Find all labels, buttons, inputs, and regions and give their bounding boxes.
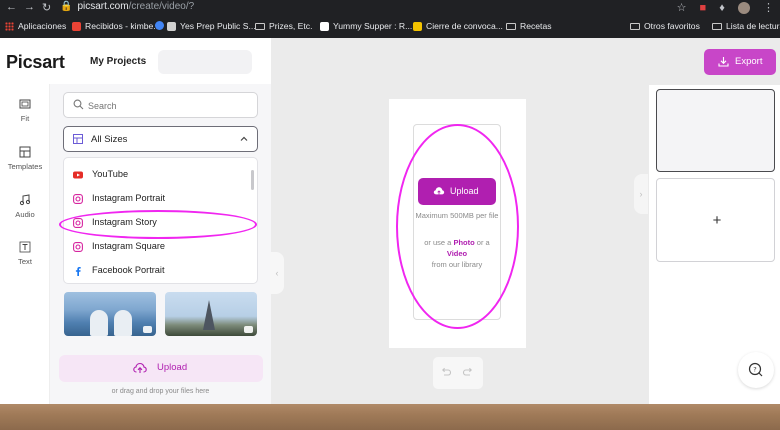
my-projects-link[interactable]: My Projects [90, 56, 146, 67]
back-arrow-icon[interactable]: ← [6, 1, 17, 13]
video-badge-icon [244, 326, 253, 333]
instagram-icon [73, 242, 83, 252]
chevron-right-icon: › [639, 189, 643, 199]
reload-icon[interactable]: ↻ [42, 1, 51, 14]
reading-list-icon [712, 22, 722, 30]
picsart-logo[interactable]: Picsart [6, 52, 65, 73]
forward-arrow-icon[interactable]: → [24, 1, 35, 13]
undo-redo-bar [433, 357, 483, 389]
bookmark-lista[interactable]: Lista de lectura [712, 21, 780, 31]
youtube-icon [73, 171, 83, 179]
puzzle-icon[interactable]: ♦ [719, 2, 725, 14]
svg-text:?: ? [753, 365, 756, 373]
tool-rail: Fit Templates Audio Text [0, 84, 50, 404]
size-option-facebook-portrait[interactable]: Facebook Portrait [64, 259, 257, 283]
bookmark-prizes[interactable]: Prizes, Etc. [255, 21, 312, 31]
url-host: picsart.com [77, 1, 129, 12]
gmail-icon [72, 21, 81, 31]
browser-chrome: ← → ↻ 🔒 picsart.com/create/video/? ☆ ■ ♦ … [0, 0, 780, 38]
audio-icon [19, 194, 31, 206]
drag-drop-hint: or drag and drop your files here [111, 388, 210, 395]
sizes-grid-icon [73, 134, 83, 144]
plus-icon: + [712, 212, 722, 229]
bookmark-cierre[interactable]: Cierre de convoca... [413, 21, 503, 31]
size-select[interactable]: All Sizes [63, 126, 258, 152]
chat-help-icon: ? [748, 362, 763, 377]
url-path: /create/video/? [128, 1, 195, 12]
bookmark-google[interactable] [155, 21, 164, 30]
project-name-field[interactable] [158, 50, 252, 74]
yesprep-icon [167, 21, 176, 31]
media-thumbnail[interactable] [165, 292, 257, 336]
upload-button[interactable]: Upload [59, 355, 263, 382]
star-icon[interactable]: ☆ [677, 2, 687, 14]
size-option-instagram-portrait[interactable]: Instagram Portrait [64, 187, 257, 211]
size-select-value: All Sizes [91, 134, 128, 145]
redo-icon[interactable] [462, 366, 474, 378]
address-bar[interactable]: 🔒 picsart.com/create/video/? [60, 1, 680, 15]
cloud-upload-icon [133, 362, 147, 373]
export-button[interactable]: Export [704, 49, 776, 75]
instagram-icon [73, 194, 83, 204]
rail-item-audio[interactable]: Audio [0, 194, 50, 219]
bookmark-apps[interactable]: Aplicaciones [5, 21, 66, 31]
search-input[interactable] [88, 98, 248, 113]
help-chat-button[interactable]: ? [738, 352, 774, 388]
bookmark-recetas[interactable]: Recetas [506, 21, 552, 31]
folder-icon [255, 22, 265, 30]
search-icon [73, 99, 84, 110]
rail-item-templates[interactable]: Templates [0, 146, 50, 171]
lock-icon: 🔒 [60, 1, 73, 12]
media-thumbnail[interactable] [64, 292, 156, 336]
bookmarks-bar: Aplicaciones Recibidos - kimbe... Yes Pr… [0, 18, 780, 36]
desk-background [0, 404, 780, 430]
thumbnail-figure [114, 310, 132, 336]
dropdown-scrollbar[interactable] [251, 170, 254, 190]
annotation-ellipse-instagram-story [59, 210, 257, 239]
thumbnail-tower [203, 300, 215, 330]
folder-icon [630, 22, 640, 30]
search-box[interactable] [63, 92, 258, 118]
rail-item-text[interactable]: Text [0, 241, 50, 266]
video-badge-icon [143, 326, 152, 333]
expand-scenes-handle[interactable]: › [634, 174, 648, 214]
extension-icon[interactable]: ■ [700, 2, 707, 14]
annotation-ellipse-upload [396, 124, 519, 329]
bookmark-otros[interactable]: Otros favoritos [630, 21, 700, 31]
text-icon [19, 241, 31, 253]
add-scene-button[interactable]: + [656, 178, 775, 262]
thumbnail-figure [90, 310, 108, 336]
undo-icon[interactable] [440, 366, 452, 378]
download-icon [718, 57, 729, 67]
chevron-left-icon: ‹ [275, 268, 279, 278]
profile-avatar[interactable] [737, 2, 750, 15]
facebook-icon [75, 267, 81, 276]
browser-toolbar-icons: ☆ ■ ♦ ⋮ [667, 1, 774, 15]
page-icon [320, 21, 329, 31]
chevron-up-icon [240, 136, 248, 141]
size-option-youtube[interactable]: YouTube [64, 163, 257, 187]
rail-item-fit[interactable]: Fit [0, 98, 50, 123]
scene-thumbnail[interactable] [656, 89, 775, 172]
apps-grid-icon [5, 21, 14, 31]
google-icon [155, 21, 164, 30]
bookmark-yesprep[interactable]: Yes Prep Public S... [167, 21, 256, 31]
collapse-panel-handle[interactable]: ‹ [270, 252, 284, 294]
menu-dots-icon[interactable]: ⋮ [763, 2, 774, 14]
bookmark-yummy[interactable]: Yummy Supper : R... [320, 21, 412, 31]
address-bar-row: ← → ↻ 🔒 picsart.com/create/video/? ☆ ■ ♦ … [0, 0, 780, 16]
fit-icon [19, 99, 31, 109]
bookmark-gmail[interactable]: Recibidos - kimbe... [72, 21, 160, 31]
bookmark-yellow-icon [413, 21, 422, 31]
tools-panel: All Sizes YouTube Instagram Portrait Ins… [50, 84, 271, 404]
folder-icon [506, 22, 516, 30]
templates-icon [19, 146, 31, 158]
